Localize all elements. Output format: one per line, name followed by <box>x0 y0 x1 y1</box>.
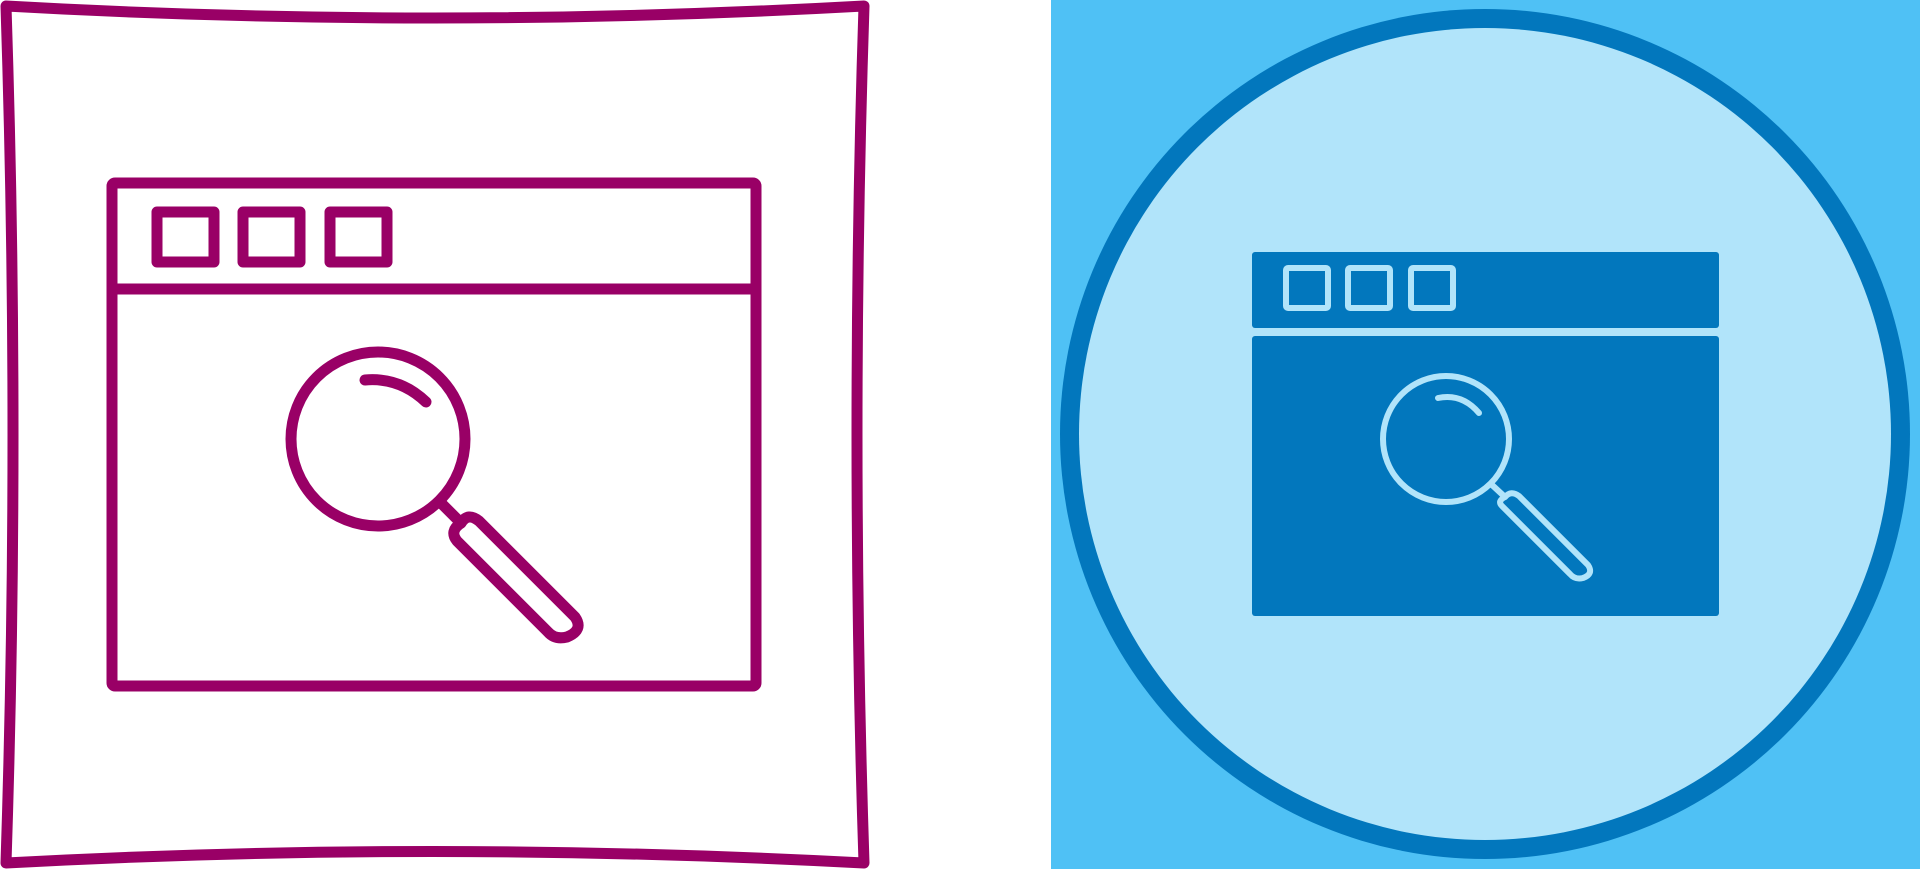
outline-icon-panel <box>0 0 1050 869</box>
outline-icon-canvas <box>0 0 870 869</box>
window-body-block <box>1252 336 1719 616</box>
rounded-frame <box>0 0 870 869</box>
glyph-icon-panel <box>1051 0 1920 869</box>
title-bar-block <box>1252 252 1719 328</box>
icon-comparison <box>0 0 1920 869</box>
glyph-icon-canvas <box>1051 0 1920 869</box>
browser-search-icon <box>1252 252 1719 616</box>
